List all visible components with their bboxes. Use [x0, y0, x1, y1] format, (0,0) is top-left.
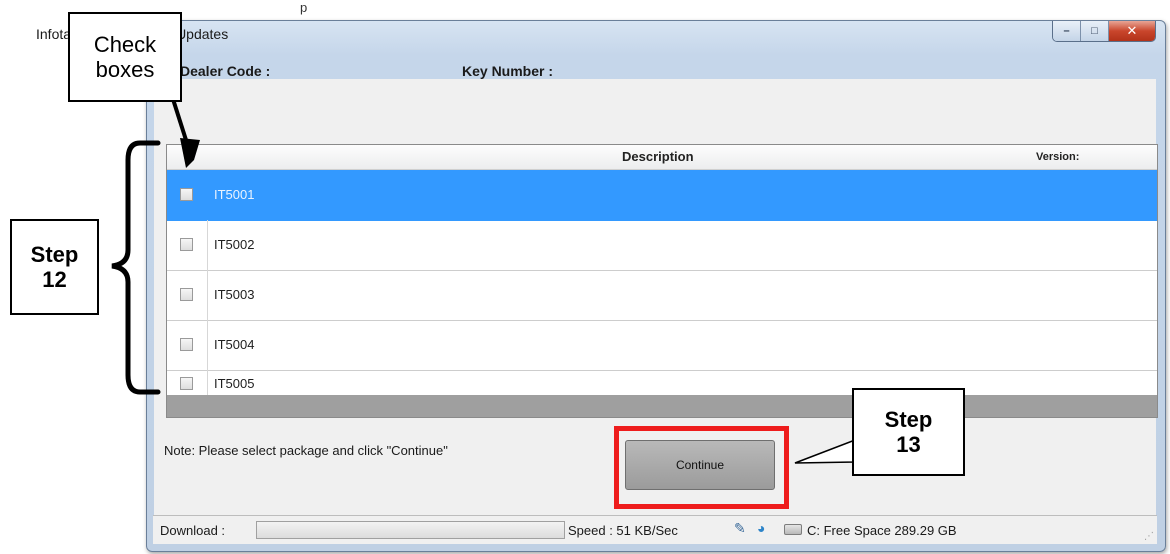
row-divider: [207, 370, 208, 395]
key-number-label: Key Number :: [462, 63, 554, 79]
download-label: Download :: [160, 523, 226, 538]
window-controls: – □ ✕: [1052, 21, 1156, 42]
package-grid: Description Version: IT5001 IT5002 IT500…: [166, 144, 1158, 418]
row-divider: [207, 170, 208, 220]
close-button[interactable]: ✕: [1108, 21, 1155, 41]
grid-header: Description Version:: [167, 145, 1157, 170]
status-bar: Download : Speed : 51 KB/Sec ✎ ◕ C: Free…: [153, 515, 1157, 544]
column-header-version[interactable]: Version:: [1036, 151, 1079, 163]
table-row[interactable]: IT5004: [167, 320, 1157, 371]
row-label: IT5004: [214, 337, 255, 352]
row-label: IT5001: [214, 187, 255, 202]
row-divider: [207, 270, 208, 320]
free-space-readout: C: Free Space 289.29 GB: [807, 523, 957, 538]
maximize-button[interactable]: □: [1080, 21, 1108, 41]
step-13-callout: Step 13: [852, 388, 965, 476]
title-bar[interactable]: – □ ✕: [147, 21, 1165, 53]
row-divider: [207, 320, 208, 370]
table-row[interactable]: IT5003: [167, 270, 1157, 321]
callout-text-line: boxes: [95, 57, 155, 82]
callout-text-line: Step: [884, 406, 933, 432]
globe-icon: ◕: [757, 520, 766, 536]
row-label: IT5005: [214, 376, 255, 391]
continue-button[interactable]: Continue: [625, 440, 775, 490]
callout-text-line: Step: [30, 241, 79, 267]
table-row[interactable]: IT5001: [167, 170, 1157, 221]
row-label: IT5003: [214, 287, 255, 302]
instruction-note: Note: Please select package and click "C…: [164, 443, 448, 458]
download-progress-bar: [256, 521, 565, 539]
column-header-description[interactable]: Description: [622, 149, 694, 164]
check-boxes-callout: Check boxes: [68, 12, 182, 102]
minimize-button[interactable]: –: [1053, 21, 1080, 41]
dealer-code-label: Dealer Code :: [180, 63, 271, 79]
callout-text-line: Check: [93, 31, 157, 57]
drive-icon: [784, 524, 802, 535]
row-checkbox[interactable]: [180, 338, 193, 351]
grid-footer-bar: [167, 395, 1157, 417]
resize-grip-icon[interactable]: ⋰: [1144, 531, 1154, 542]
plug-icon: ✎: [734, 520, 746, 536]
table-row[interactable]: IT5002: [167, 220, 1157, 271]
page-top-text: p: [300, 0, 308, 15]
callout-text-line: 13: [896, 432, 921, 457]
callout-text-line: 12: [42, 267, 67, 292]
speed-readout: Speed : 51 KB/Sec: [568, 523, 678, 538]
row-checkbox[interactable]: [180, 188, 193, 201]
row-divider: [207, 220, 208, 270]
row-checkbox[interactable]: [180, 238, 193, 251]
step-12-callout: Step 12: [10, 219, 99, 315]
row-checkbox[interactable]: [180, 377, 193, 390]
table-row[interactable]: IT5005: [167, 370, 1157, 396]
row-checkbox[interactable]: [180, 288, 193, 301]
row-label: IT5002: [214, 237, 255, 252]
